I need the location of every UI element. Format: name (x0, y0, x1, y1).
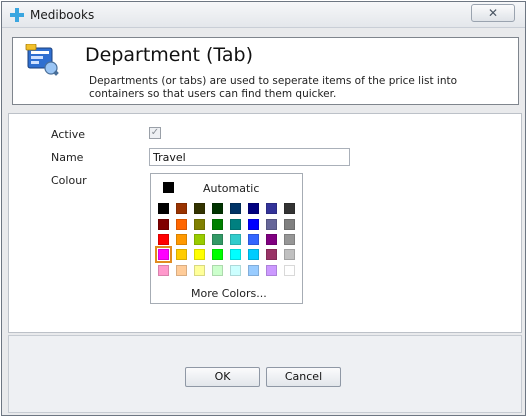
ok-button[interactable]: OK (185, 367, 260, 387)
name-input[interactable] (149, 148, 350, 166)
header-description: Departments (or tabs) are used to sepera… (89, 75, 458, 100)
title-bar: Medibooks ✕ (2, 2, 525, 28)
colour-swatch[interactable] (176, 249, 187, 260)
colour-swatch[interactable] (266, 249, 277, 260)
colour-swatch[interactable] (266, 219, 277, 230)
colour-swatch[interactable] (266, 265, 277, 276)
colour-swatch[interactable] (194, 219, 205, 230)
department-icon (25, 44, 59, 76)
colour-swatch[interactable] (212, 249, 223, 260)
automatic-option[interactable]: Automatic (203, 182, 259, 195)
colour-swatch[interactable] (230, 265, 241, 276)
colour-swatch[interactable] (266, 203, 277, 214)
cancel-button[interactable]: Cancel (266, 367, 341, 387)
colour-swatch[interactable] (176, 265, 187, 276)
colour-swatch[interactable] (158, 219, 169, 230)
check-icon: ✓ (150, 127, 160, 138)
colour-swatch[interactable] (155, 246, 172, 263)
colour-swatch[interactable] (158, 234, 169, 245)
colour-swatch[interactable] (158, 265, 169, 276)
colour-swatch[interactable] (230, 249, 241, 260)
more-colors-link[interactable]: More Colors... (191, 287, 267, 300)
colour-swatch[interactable] (176, 219, 187, 230)
colour-swatch[interactable] (176, 234, 187, 245)
close-icon: ✕ (487, 6, 499, 20)
colour-swatch[interactable] (194, 265, 205, 276)
colour-swatch[interactable] (284, 265, 295, 276)
colour-swatch[interactable] (230, 234, 241, 245)
colour-swatch[interactable] (230, 219, 241, 230)
colour-swatch[interactable] (176, 203, 187, 214)
automatic-swatch[interactable] (163, 182, 174, 193)
medibooks-cross-icon (10, 8, 24, 22)
colour-swatch[interactable] (230, 203, 241, 214)
colour-swatch[interactable] (248, 234, 259, 245)
colour-swatch[interactable] (212, 265, 223, 276)
colour-palette: Automatic More Colors... (150, 173, 303, 304)
colour-swatch[interactable] (212, 219, 223, 230)
colour-swatch[interactable] (248, 219, 259, 230)
colour-swatch[interactable] (194, 234, 205, 245)
name-label: Name (51, 151, 84, 164)
colour-swatch[interactable] (248, 249, 259, 260)
colour-swatch[interactable] (284, 249, 295, 260)
active-label: Active (51, 128, 86, 141)
dialog-header: Department (Tab) Departments (or tabs) a… (12, 37, 519, 105)
colour-swatch[interactable] (284, 203, 295, 214)
window-title: Medibooks (30, 8, 95, 22)
colour-swatch[interactable] (284, 234, 295, 245)
colour-label: Colour (51, 174, 87, 187)
colour-swatch[interactable] (158, 203, 169, 214)
close-button[interactable]: ✕ (471, 4, 515, 22)
colour-swatch[interactable] (248, 203, 259, 214)
colour-swatch[interactable] (266, 234, 277, 245)
colour-swatch[interactable] (194, 249, 205, 260)
button-bar (8, 335, 522, 413)
colour-swatch[interactable] (194, 203, 205, 214)
colour-swatch[interactable] (284, 219, 295, 230)
page-title: Department (Tab) (85, 44, 254, 66)
active-checkbox[interactable]: ✓ (149, 127, 161, 139)
colour-swatch[interactable] (212, 203, 223, 214)
colour-swatch[interactable] (212, 234, 223, 245)
colour-swatch[interactable] (248, 265, 259, 276)
